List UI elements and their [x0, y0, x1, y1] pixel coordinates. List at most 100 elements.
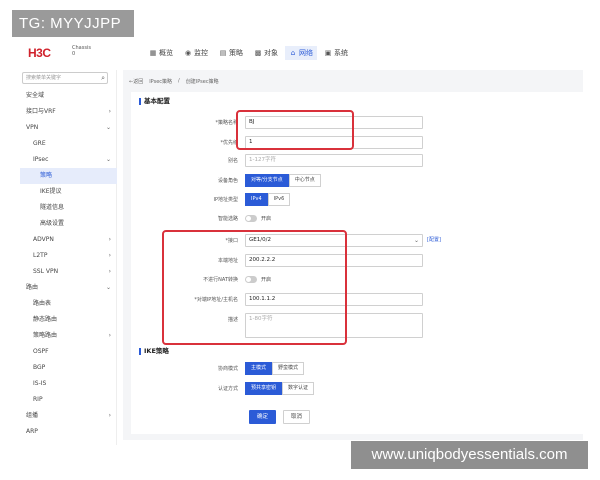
search-placeholder: 搜索菜单关键字: [26, 75, 62, 81]
topnav-system[interactable]: ▣ 系统: [320, 46, 352, 60]
sidebar-item-label: 隧道信息: [40, 204, 65, 211]
topnav-monitor[interactable]: ◉ 监控: [180, 46, 212, 60]
back-link[interactable]: ←返回: [129, 78, 143, 85]
local-address-label: 本端地址: [217, 258, 238, 264]
sidebar-item-label: 策略路由: [33, 332, 58, 339]
sidebar-item-label: OSPF: [33, 348, 49, 355]
topnav-object[interactable]: ▩ 对象: [250, 46, 282, 60]
aggressive-mode-button[interactable]: 野蛮模式: [272, 362, 305, 375]
topnav-overview[interactable]: ▦ 概览: [145, 46, 177, 60]
chevron-down-icon: ⌄: [413, 237, 419, 244]
cancel-button[interactable]: 取消: [283, 410, 311, 424]
page: TG: MYYJJPP www.uniqbodyessentials.com H…: [0, 0, 600, 480]
no-nat-toggle[interactable]: [245, 276, 257, 283]
ip-type-selector: IPv4 IPv6: [245, 193, 291, 206]
row-smart-routing: 智能选路 开启: [131, 212, 583, 226]
main-content: ←返回 IPsec策略 / 创建IPsec策略 基本配置 *策略名称 BJ *优…: [123, 70, 583, 440]
object-icon: ▩: [254, 49, 262, 57]
sidebar-item[interactable]: BGP: [20, 360, 117, 376]
row-interface: *接口 GE1/0/2 ⌄ [配置]: [131, 234, 583, 248]
role-peer-button[interactable]: 对等/分支节点: [245, 174, 289, 187]
chevron-right-icon: ›: [108, 332, 111, 339]
sidebar-item[interactable]: IPsec ⌄: [20, 152, 117, 168]
sidebar-item[interactable]: ADVPN ›: [20, 232, 117, 248]
chevron-right-icon: ›: [108, 412, 111, 419]
sidebar-item[interactable]: 高级设置: [20, 216, 117, 232]
sidebar-item[interactable]: 接口与VRF ›: [20, 104, 117, 120]
sidebar-item[interactable]: IKE提议: [20, 184, 117, 200]
sidebar-item-label: ARP: [26, 428, 38, 435]
breadcrumb: ←返回 IPsec策略 / 创建IPsec策略: [129, 74, 225, 88]
interface-select[interactable]: GE1/0/2 ⌄: [245, 234, 423, 247]
policy-name-input[interactable]: BJ: [245, 116, 423, 129]
sidebar-item[interactable]: 策略路由 ›: [20, 328, 117, 344]
sidebar-menu: 安全域接口与VRF › VPN ⌄ GRE IPsec ⌄ 策略 IKE提议隧道信息高级设置 AD…: [20, 88, 117, 440]
auth-label: 认证方式: [217, 386, 238, 392]
sidebar-item[interactable]: 组播 ›: [20, 408, 117, 424]
description-input[interactable]: 1-80字符: [245, 313, 423, 338]
psk-button[interactable]: 预共享密钥: [245, 382, 283, 395]
sidebar-item-label: L2TP: [33, 252, 48, 259]
smart-routing-toggle[interactable]: [245, 215, 257, 222]
sidebar-item-label: RIP: [33, 396, 43, 403]
priority-label: *优先级: [220, 140, 238, 146]
form-panel: 基本配置 *策略名称 BJ *优先级 1 别名 1-127字符 设备角色 对等/…: [131, 92, 583, 434]
sidebar-item[interactable]: OSPF: [20, 344, 117, 360]
local-address-input[interactable]: 200.2.2.2: [245, 254, 423, 267]
sidebar-item-label: ADVPN: [33, 236, 54, 243]
sidebar-item-label: 高级设置: [40, 220, 65, 227]
interface-config-link[interactable]: [配置]: [427, 234, 441, 247]
sidebar-item[interactable]: GRE: [20, 136, 117, 152]
sidebar: 搜索菜单关键字 ⌕ 安全域接口与VRF › VPN ⌄ GRE IPsec ⌄ 策略 IKE提议…: [20, 70, 117, 445]
breadcrumb-current: 创建IPsec策略: [185, 78, 219, 85]
brand-sub: Chassis 0: [72, 45, 91, 57]
description-label: 描述: [227, 317, 238, 323]
sidebar-item[interactable]: RIP: [20, 392, 117, 408]
sidebar-item[interactable]: 隧道信息: [20, 200, 117, 216]
search-input[interactable]: 搜索菜单关键字 ⌕: [22, 72, 108, 84]
row-device-role: 设备角色 对等/分支节点 中心节点: [131, 174, 583, 188]
sidebar-item[interactable]: L2TP ›: [20, 248, 117, 264]
row-no-nat: 不进行NAT转换 开启: [131, 273, 583, 287]
ipv4-button[interactable]: IPv4: [245, 193, 268, 206]
topnav-label: 对象: [264, 49, 278, 57]
topnav-network[interactable]: ⌂ 网络: [285, 46, 317, 60]
ipv6-button[interactable]: IPv6: [267, 193, 291, 206]
brand-sub-line2: 0: [72, 51, 76, 57]
peer-address-input[interactable]: 100.1.1.2: [245, 293, 423, 306]
sidebar-item-label: 接口与VRF: [26, 108, 56, 115]
sidebar-item-label: IPsec: [33, 156, 49, 163]
chevron-down-icon: ⌄: [105, 156, 111, 163]
sidebar-item[interactable]: 策略: [20, 168, 117, 184]
sidebar-item[interactable]: 安全域: [20, 88, 117, 104]
sidebar-item[interactable]: 静态路由: [20, 312, 117, 328]
cert-button[interactable]: 数字认证: [282, 382, 315, 395]
sidebar-item-label: 安全域: [26, 92, 45, 99]
chevron-right-icon: ›: [108, 108, 111, 115]
ok-button[interactable]: 确定: [249, 410, 277, 424]
alias-label: 别名: [227, 158, 238, 164]
priority-input[interactable]: 1: [245, 136, 423, 149]
main-mode-button[interactable]: 主模式: [245, 362, 273, 375]
breadcrumb-item[interactable]: IPsec策略: [149, 78, 172, 85]
sidebar-item-label: BGP: [33, 364, 46, 371]
sidebar-item[interactable]: ARP: [20, 424, 117, 440]
top-bar: H3C Chassis 0 ▦ 概览 ◉ 监控 ▤ 策略 ▩ 对象 ⌂ 网络 ▣ 系统: [20, 40, 580, 66]
chevron-right-icon: ›: [108, 252, 111, 259]
role-center-button[interactable]: 中心节点: [288, 174, 321, 187]
row-peer-address: *对端IP地址/主机名 100.1.1.2: [131, 293, 583, 307]
search-icon[interactable]: ⌕: [101, 73, 105, 83]
alias-input[interactable]: 1-127字符: [245, 154, 423, 167]
topnav-policy[interactable]: ▤ 策略: [215, 46, 247, 60]
sidebar-item[interactable]: IS-IS: [20, 376, 117, 392]
sidebar-item-label: IS-IS: [33, 380, 47, 387]
chevron-down-icon: ⌄: [105, 124, 111, 131]
system-icon: ▣: [324, 49, 332, 57]
sidebar-item[interactable]: SSL VPN ›: [20, 264, 117, 280]
sidebar-item[interactable]: 路由 ⌄: [20, 280, 117, 296]
sidebar-item[interactable]: 路由表: [20, 296, 117, 312]
section-basic-title: 基本配置: [139, 98, 170, 105]
sidebar-item-label: 路由: [26, 284, 39, 291]
topnav-label: 系统: [334, 49, 348, 57]
sidebar-item[interactable]: VPN ⌄: [20, 120, 117, 136]
